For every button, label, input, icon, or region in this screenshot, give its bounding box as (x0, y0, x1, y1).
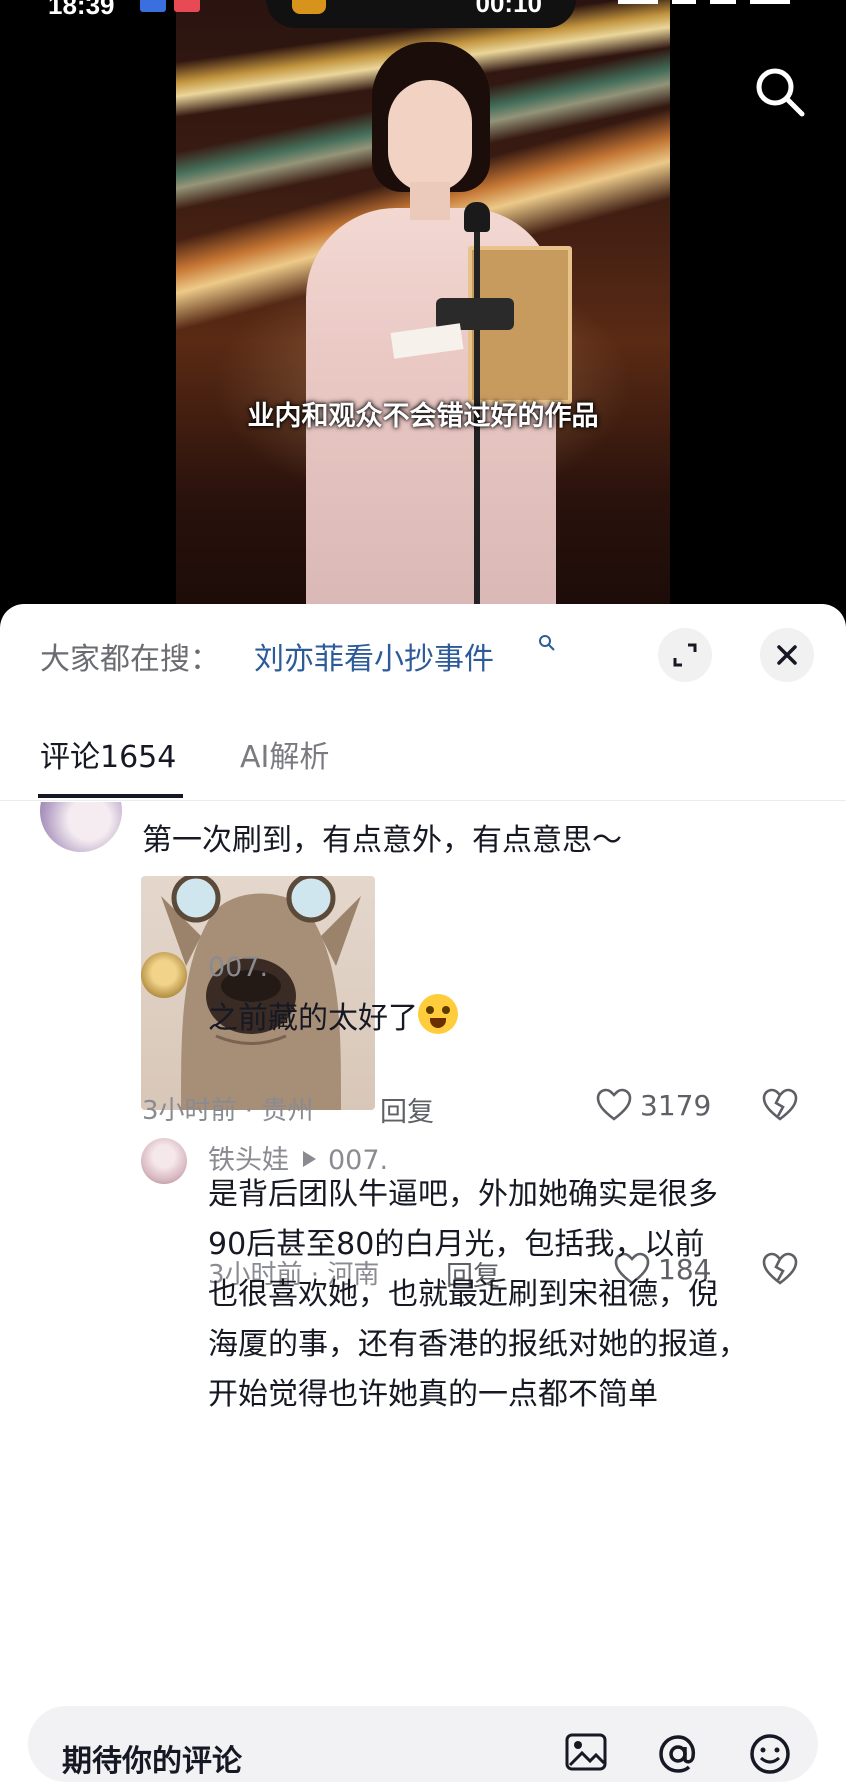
comment-text: 第一次刷到，有点意外，有点意思～ (142, 823, 622, 858)
comment-username[interactable]: 007. (208, 952, 268, 983)
presenter-face (388, 80, 472, 192)
video-player[interactable]: 业内和观众不会错过好的作品 18:39 00:10 (0, 0, 846, 620)
heart-icon (596, 1088, 632, 1121)
dynamic-island: 00:10 (266, 0, 576, 28)
avatar[interactable] (141, 952, 187, 998)
comment-line: 也很喜欢她，也就最近刷到宋祖德，倪 (208, 1277, 718, 1312)
comment-input[interactable]: 期待你的评论 (28, 1706, 818, 1782)
presenter-neck (410, 182, 450, 220)
video-frame (176, 0, 670, 620)
close-button[interactable] (760, 628, 814, 682)
crying-laughing-emoji-icon (418, 994, 458, 1034)
recording-time: 00:10 (475, 0, 543, 18)
comment-line: 是背后团队牛逼吧，外加她确实是很多 (208, 1177, 718, 1212)
like-count: 3179 (640, 1089, 712, 1122)
comment-text: 之前藏的太好了 (208, 994, 458, 1044)
status-app-icon (174, 0, 200, 12)
wifi-icon (710, 0, 736, 4)
status-app-icon (140, 0, 166, 12)
trending-query-link[interactable]: 刘亦菲看小抄事件 (254, 634, 494, 678)
battery-icon (750, 0, 790, 4)
comment-text-content: 之前藏的太好了 (208, 1001, 418, 1036)
comment-line: 开始觉得也许她真的一点都不简单 (208, 1377, 658, 1412)
comment-text: 是背后团队牛逼吧，外加她确实是很多 90后甚至80的白月光，包括我，以前 也很喜… (208, 1170, 818, 1420)
network-icon (618, 0, 658, 4)
comment-line: 海厦的事，还有香港的报纸对她的报道， (208, 1327, 748, 1362)
like-button[interactable] (596, 1088, 632, 1126)
reply-arrow-icon (303, 1151, 316, 1167)
expand-button[interactable] (658, 628, 712, 682)
comment-sheet: 大家都在搜： 刘亦菲看小抄事件 评论1654 AI解析 第一次刷到，有点意外，有… (0, 604, 846, 1785)
reply-button[interactable]: 回复 (380, 1090, 434, 1129)
recording-icon (292, 0, 326, 14)
active-tab-indicator (38, 794, 183, 798)
image-icon[interactable] (564, 1732, 608, 1780)
expand-icon (673, 643, 697, 667)
comment-line: 90后甚至80的白月光，包括我，以前 (208, 1227, 705, 1262)
video-presenter (296, 40, 572, 620)
trending-label: 大家都在搜： (40, 642, 220, 677)
dislike-button[interactable] (762, 1088, 798, 1126)
comment-tabs: 评论1654 AI解析 (0, 704, 846, 801)
close-icon (777, 645, 797, 665)
status-bar: 18:39 00:10 (0, 0, 846, 28)
comment-input-text: 期待你的评论 (62, 1744, 242, 1779)
avatar[interactable] (40, 802, 122, 852)
comment-input-bar: 期待你的评论 (0, 1696, 846, 1785)
broken-heart-icon (762, 1088, 798, 1121)
status-time: 18:39 (48, 0, 115, 20)
avatar[interactable] (141, 1138, 187, 1184)
emoji-icon[interactable] (748, 1732, 792, 1784)
microphone (464, 202, 490, 232)
signal-icon (672, 0, 696, 4)
tab-comments[interactable]: 评论1654 (40, 732, 176, 776)
status-icons (618, 0, 790, 4)
search-icon[interactable] (750, 62, 810, 122)
video-subtitle: 业内和观众不会错过好的作品 (247, 401, 599, 432)
comment-list[interactable]: 第一次刷到，有点意外，有点意思～ 3小时前 · 贵州 回复 3179 007. … (0, 802, 846, 1704)
tab-ai-analysis[interactable]: AI解析 (240, 732, 329, 776)
mention-icon[interactable] (656, 1732, 700, 1784)
comment-meta: 3小时前 · 贵州 (142, 1096, 314, 1126)
search-icon (539, 635, 555, 651)
